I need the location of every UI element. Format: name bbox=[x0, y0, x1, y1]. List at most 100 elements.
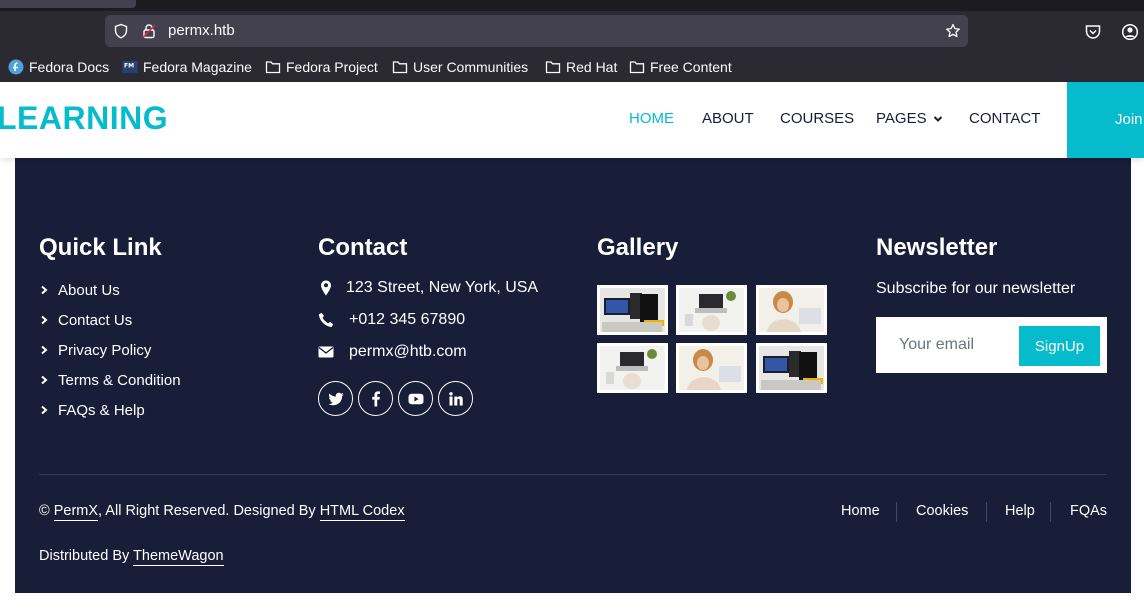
site-footer: Quick Link About Us Contact Us Privacy P… bbox=[15, 158, 1131, 593]
bookmark-label: Fedora Magazine bbox=[143, 59, 252, 75]
permx-link[interactable]: PermX bbox=[53, 503, 99, 521]
quick-link-about[interactable]: About Us bbox=[39, 280, 120, 300]
bookmark-free-content[interactable]: Free Content bbox=[629, 57, 732, 77]
folder-icon bbox=[629, 61, 645, 74]
quick-link-label: Privacy Policy bbox=[58, 341, 152, 359]
gallery-photo bbox=[600, 288, 665, 332]
nav-home[interactable]: HOME bbox=[629, 110, 674, 127]
fedora-icon bbox=[8, 59, 24, 75]
shield-icon[interactable] bbox=[113, 23, 129, 39]
footer-menu-help[interactable]: Help bbox=[1005, 503, 1035, 519]
gallery-image-course-3[interactable] bbox=[676, 343, 747, 393]
quick-link-label: FAQs & Help bbox=[58, 401, 145, 419]
bookmark-user-communities[interactable]: User Communities bbox=[392, 57, 528, 77]
newsletter-subtitle: Subscribe for our newsletter bbox=[876, 280, 1076, 297]
gallery-title: Gallery bbox=[597, 234, 679, 261]
tab-strip bbox=[0, 0, 1144, 11]
gallery-photo bbox=[600, 346, 665, 390]
contact-phone: +012 345 67890 bbox=[318, 310, 465, 330]
copyright-middle: , All Right Reserved. Designed By bbox=[98, 503, 316, 519]
insecure-lock-icon[interactable] bbox=[141, 23, 157, 39]
bookmark-label: Free Content bbox=[650, 59, 732, 75]
contact-email: permx@htb.com bbox=[318, 342, 467, 362]
gallery-photo bbox=[679, 288, 744, 332]
footer-menu-home[interactable]: Home bbox=[841, 503, 880, 519]
folder-icon bbox=[392, 61, 408, 74]
contact-address: 123 Street, New York, USA bbox=[318, 278, 538, 298]
chevron-right-icon bbox=[41, 375, 48, 385]
nav-pages-dropdown[interactable]: PAGES bbox=[876, 110, 943, 127]
linkedin-icon bbox=[448, 391, 463, 405]
gallery-photo bbox=[679, 346, 744, 390]
gallery-photo bbox=[759, 346, 824, 390]
newsletter-email-input[interactable] bbox=[886, 327, 1016, 363]
quick-link-faqs[interactable]: FAQs & Help bbox=[39, 400, 145, 420]
nav-pages-label: PAGES bbox=[876, 110, 927, 127]
contact-address-text: 123 Street, New York, USA bbox=[346, 279, 539, 296]
quick-link-terms[interactable]: Terms & Condition bbox=[39, 370, 181, 390]
themewagon-link[interactable]: ThemeWagon bbox=[133, 548, 224, 566]
gallery-image-course-2[interactable] bbox=[597, 343, 668, 393]
linkedin-button[interactable] bbox=[438, 381, 473, 416]
footer-menu-separator bbox=[896, 502, 897, 522]
gallery-image-course-1[interactable] bbox=[597, 285, 668, 335]
bookmark-red-hat[interactable]: Red Hat bbox=[545, 57, 617, 77]
browser-chrome: permx.htb Fedora Docs FM Fedora Magazine bbox=[0, 0, 1144, 82]
url-text[interactable]: permx.htb bbox=[168, 22, 235, 39]
brand-logo[interactable]: LEARNING bbox=[0, 100, 168, 137]
join-button[interactable]: Join bbox=[1067, 82, 1144, 158]
site-navbar: LEARNING HOME ABOUT COURSES PAGES CONTAC… bbox=[0, 82, 1144, 158]
distributed-text: Distributed By ThemeWagon bbox=[39, 548, 224, 566]
map-marker-icon bbox=[321, 280, 331, 296]
quick-link-privacy[interactable]: Privacy Policy bbox=[39, 340, 151, 360]
bookmarks-toolbar: Fedora Docs FM Fedora Magazine Fedora Pr… bbox=[0, 53, 1144, 81]
newsletter-title: Newsletter bbox=[876, 234, 998, 261]
pocket-icon[interactable] bbox=[1084, 23, 1102, 41]
footer-menu-cookies[interactable]: Cookies bbox=[916, 503, 968, 519]
account-icon[interactable] bbox=[1121, 23, 1139, 41]
nav-about[interactable]: ABOUT bbox=[702, 110, 754, 127]
footer-menu-fqas[interactable]: FQAs bbox=[1070, 503, 1107, 519]
bookmark-star-icon[interactable] bbox=[945, 23, 961, 39]
envelope-icon bbox=[318, 346, 334, 358]
signup-button[interactable]: SignUp bbox=[1019, 326, 1100, 366]
fedora-magazine-icon: FM bbox=[122, 61, 138, 73]
gallery-image-course-1[interactable] bbox=[756, 343, 827, 393]
gallery-image-course-3[interactable] bbox=[756, 285, 827, 335]
phone-icon bbox=[318, 312, 334, 327]
contact-title: Contact bbox=[318, 234, 408, 261]
bookmark-label: Fedora Docs bbox=[29, 59, 110, 75]
distributed-prefix: Distributed By bbox=[39, 548, 130, 564]
youtube-icon bbox=[408, 393, 423, 404]
copyright-symbol: © bbox=[39, 503, 50, 519]
nav-courses[interactable]: COURSES bbox=[780, 110, 854, 127]
active-tab[interactable] bbox=[0, 0, 136, 8]
folder-icon bbox=[265, 61, 281, 74]
facebook-button[interactable] bbox=[358, 381, 393, 416]
svg-text:FM: FM bbox=[124, 63, 134, 70]
twitter-icon bbox=[327, 392, 343, 405]
nav-contact[interactable]: CONTACT bbox=[969, 110, 1040, 127]
chevron-right-icon bbox=[41, 405, 48, 415]
chevron-right-icon bbox=[41, 285, 48, 295]
quick-link-label: Contact Us bbox=[58, 311, 133, 329]
copyright-text: © PermX, All Right Reserved. Designed By… bbox=[39, 503, 405, 521]
chevron-right-icon bbox=[41, 315, 48, 325]
youtube-button[interactable] bbox=[398, 381, 433, 416]
bookmark-fedora-docs[interactable]: Fedora Docs bbox=[8, 57, 109, 77]
html-codex-link[interactable]: HTML Codex bbox=[319, 503, 405, 521]
quick-link-title: Quick Link bbox=[39, 234, 162, 261]
bookmark-fedora-magazine[interactable]: FM Fedora Magazine bbox=[122, 57, 252, 77]
gallery-image-course-2[interactable] bbox=[676, 285, 747, 335]
quick-link-label: About Us bbox=[58, 281, 120, 299]
folder-icon bbox=[545, 61, 561, 74]
contact-email-text: permx@htb.com bbox=[349, 343, 467, 360]
address-bar[interactable]: permx.htb bbox=[105, 15, 968, 47]
twitter-button[interactable] bbox=[318, 381, 353, 416]
quick-link-contact[interactable]: Contact Us bbox=[39, 310, 132, 330]
bookmark-label: Red Hat bbox=[566, 59, 618, 75]
bookmark-fedora-project[interactable]: Fedora Project bbox=[265, 57, 378, 77]
bookmark-label: Fedora Project bbox=[286, 59, 378, 75]
bookmark-label: User Communities bbox=[413, 59, 529, 75]
newsletter-form: SignUp bbox=[876, 317, 1107, 373]
